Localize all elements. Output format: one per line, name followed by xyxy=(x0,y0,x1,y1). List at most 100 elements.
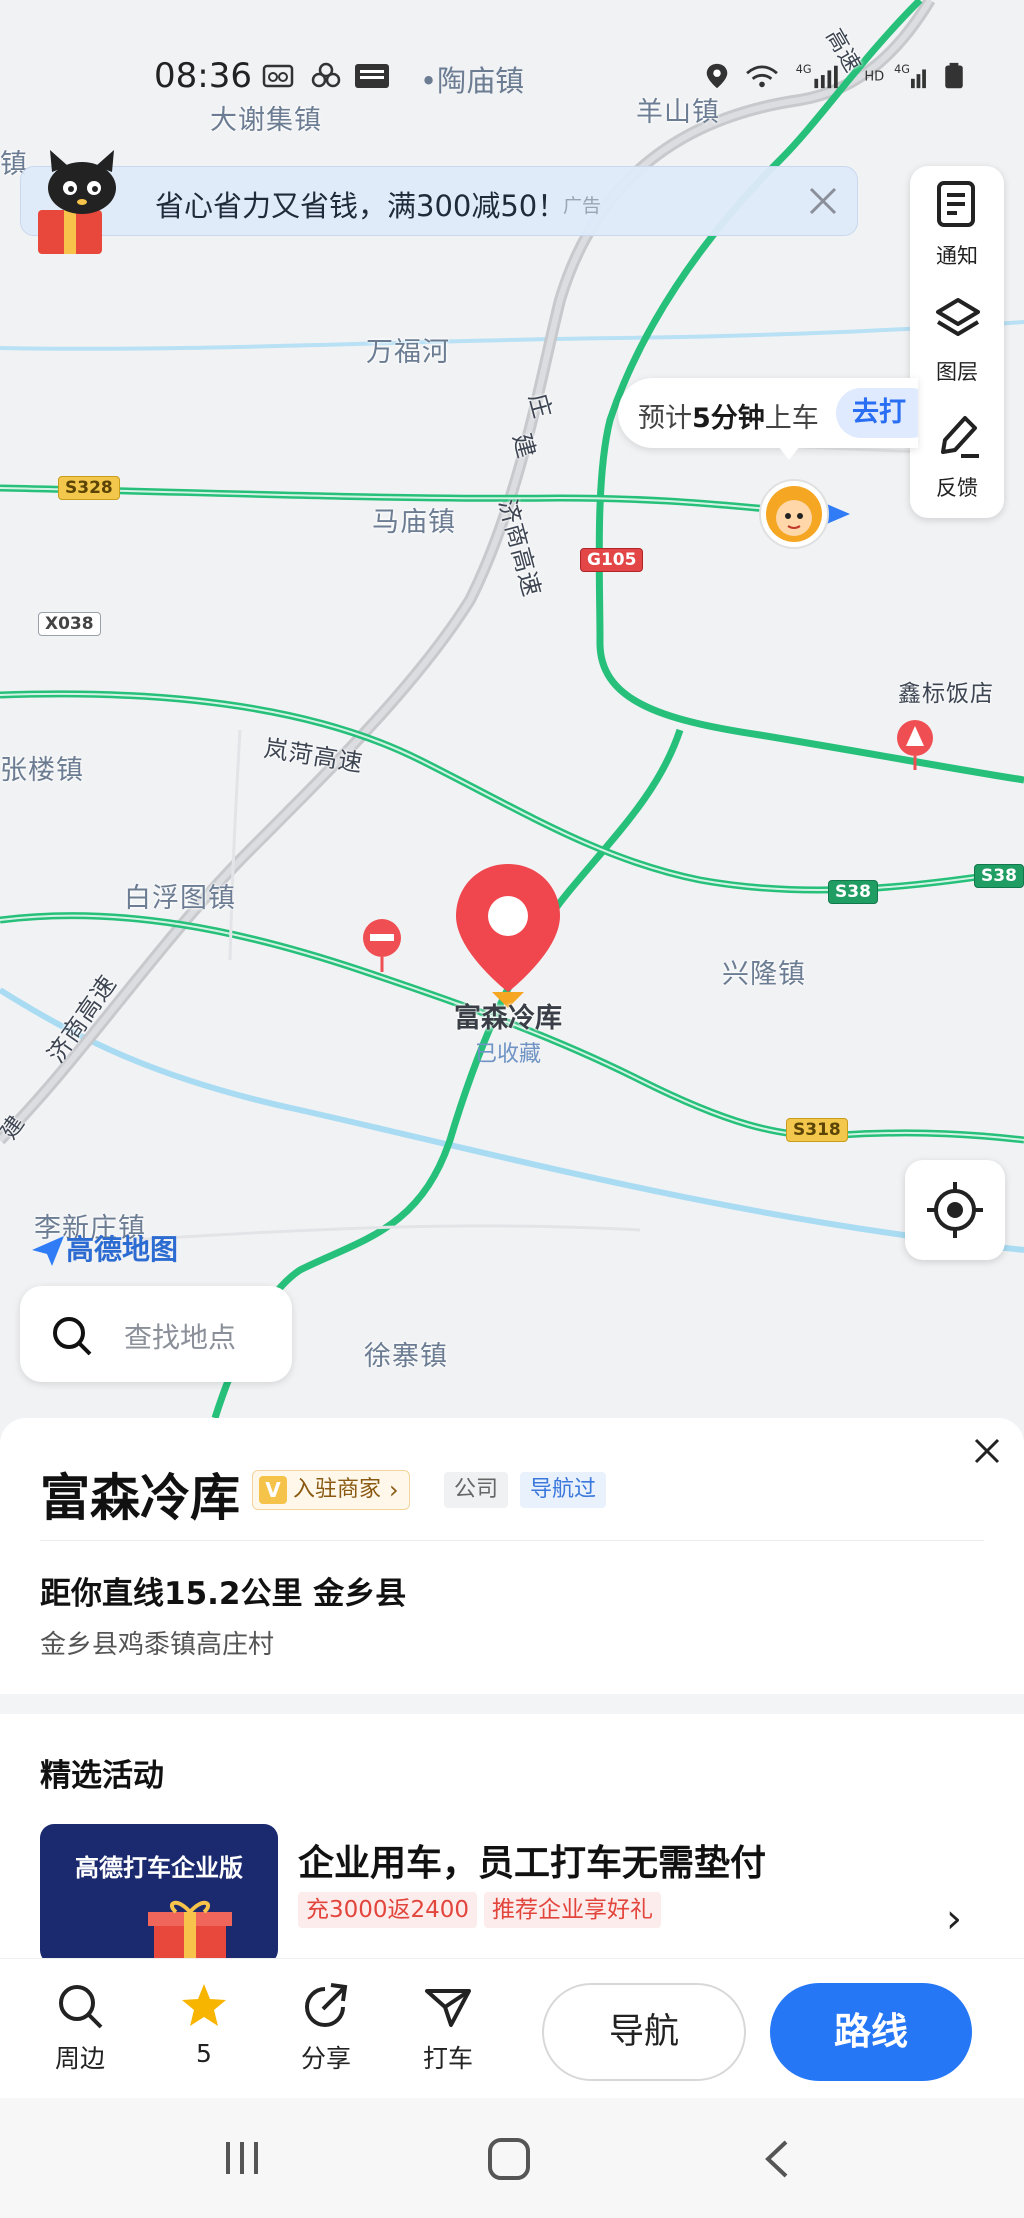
place-xuzhai: 徐寨镇 xyxy=(364,1341,448,1372)
home-icon[interactable] xyxy=(486,2136,532,2182)
merchant-badge[interactable]: V 入驻商家 › xyxy=(252,1470,410,1510)
featured-activities-section: 精选活动 高德打车企业版 企业用车，员工打车无需垫付 充3000返2400 推荐… xyxy=(0,1714,1024,1958)
feedback-button[interactable]: 反馈 xyxy=(910,398,1004,514)
signal-4g-icon: 4G xyxy=(796,63,838,89)
poi-favorited-label: 已收藏 xyxy=(474,1042,541,1067)
wifi-icon xyxy=(746,65,778,88)
distance-line: 距你直线15.2公里 金乡县 xyxy=(40,1576,407,1612)
no-entry-marker xyxy=(363,919,401,972)
feedback-edit-icon xyxy=(941,416,979,458)
navigate-button[interactable]: 导航 xyxy=(542,1983,746,2081)
share-button[interactable]: 分享 xyxy=(276,1981,376,2075)
notify-label: 通知 xyxy=(936,244,978,268)
merchant-v-icon: V xyxy=(259,1476,287,1504)
amap-logo: 高德地图 xyxy=(30,1228,178,1268)
app-notify-icon xyxy=(311,62,341,88)
address: 金乡县鸡黍镇高庄村 xyxy=(40,1630,275,1660)
system-nav-bar xyxy=(0,2098,1024,2218)
section-gap xyxy=(0,1694,1024,1714)
status-location: •陶庙镇 xyxy=(420,64,525,98)
navigated-chip: 导航过 xyxy=(520,1472,607,1508)
promo-title[interactable]: 企业用车，员工打车无需垫付 xyxy=(298,1834,766,1886)
search-placeholder: 查找地点 xyxy=(124,1321,237,1354)
search-nearby-icon xyxy=(59,1985,103,2029)
toutiao-icon xyxy=(355,64,389,88)
taxi-button[interactable]: 打车 xyxy=(398,1981,498,2075)
category-chip: 公司 xyxy=(444,1472,509,1508)
divider xyxy=(40,1540,984,1541)
ad-tag: 广告 xyxy=(563,195,602,217)
voicemail-icon xyxy=(262,64,294,88)
taxi-icon xyxy=(425,1989,471,2027)
ad-banner[interactable]: 省心省力又省钱，满300减50！ 广告 xyxy=(20,166,858,236)
gift-box-icon xyxy=(148,1900,232,1958)
eta-text: 预计5分钟上车 xyxy=(638,403,819,434)
merchant-badge-text: 入驻商家 xyxy=(293,1477,382,1502)
promo-chevron-right-icon[interactable]: › xyxy=(946,1896,962,1942)
layers-label: 图层 xyxy=(936,360,978,384)
tmall-cat-icon xyxy=(38,150,116,254)
feedback-label: 反馈 xyxy=(936,476,978,500)
chevron-right-icon: › xyxy=(389,1476,399,1504)
recent-apps-icon[interactable] xyxy=(220,2136,264,2180)
poi-xinbiao-restaurant[interactable]: 鑫标饭店 xyxy=(898,674,994,708)
back-icon[interactable] xyxy=(758,2136,798,2182)
notify-button[interactable]: 通知 xyxy=(910,166,1004,282)
taxi-label: 打车 xyxy=(422,2044,473,2073)
place-zhanglou: 张楼镇 xyxy=(0,755,84,786)
map-canvas[interactable]: 大谢集镇 羊山镇 镇 万福河 马庙镇 张楼镇 白浮图镇 兴隆镇 李新庄镇 徐寨镇… xyxy=(0,0,1024,1440)
eta-bubble-tail xyxy=(778,446,800,460)
ad-close-icon[interactable] xyxy=(803,181,843,221)
river-wanfu: 万福河 xyxy=(366,337,450,368)
favorite-count: 5 xyxy=(196,2039,212,2068)
gps-icon xyxy=(706,63,728,89)
map-tools-panel: 通知 图层 反馈 xyxy=(910,166,1004,518)
status-bar: 08:36 •陶庙镇 4G HD 4G xyxy=(0,52,1024,100)
bottom-action-bar: 周边 5 分享 打车 导航 路线 xyxy=(0,1958,1024,2098)
promo-card-text: 高德打车企业版 xyxy=(75,1854,243,1882)
ad-text: 省心省力又省钱，满300减50！ xyxy=(155,189,567,223)
shield-s328: S328 xyxy=(58,476,120,500)
share-label: 分享 xyxy=(300,2044,351,2073)
amap-logo-text: 高德地图 xyxy=(66,1233,179,1266)
map-search-box[interactable]: 查找地点 xyxy=(20,1286,292,1382)
place-mamiao: 马庙镇 xyxy=(372,507,456,538)
battery-icon xyxy=(945,62,963,89)
locate-crosshair-icon xyxy=(927,1182,983,1238)
place-title: 富森冷库 xyxy=(40,1469,240,1527)
signal-hd-icon: HD 4G xyxy=(864,63,926,89)
poi-label: 富森冷库 xyxy=(454,1003,562,1034)
place-baifutu: 白浮图镇 xyxy=(124,883,236,914)
layers-button[interactable]: 图层 xyxy=(910,282,1004,398)
eta-go-button[interactable]: 去打 xyxy=(836,388,918,438)
eta-bubble[interactable]: 预计5分钟上车 去打 xyxy=(618,378,918,448)
nearby-label: 周边 xyxy=(54,2044,105,2073)
nearby-button[interactable]: 周边 xyxy=(30,1981,130,2075)
poi-pin-icon[interactable] xyxy=(452,860,564,1010)
my-location-avatar-icon[interactable] xyxy=(758,474,854,554)
promo-card-image[interactable]: 高德打车企业版 xyxy=(40,1824,278,1958)
promo-tag-gift: 推荐企业享好礼 xyxy=(484,1892,661,1928)
route-button[interactable]: 路线 xyxy=(770,1983,972,2081)
share-icon xyxy=(304,1983,348,2028)
shield-x038: X038 xyxy=(38,612,101,636)
promo-tag-cashback: 充3000返2400 xyxy=(298,1892,478,1928)
shield-s38-b: S38 xyxy=(974,864,1024,888)
star-icon xyxy=(182,1984,226,2026)
svg-text:4G: 4G xyxy=(894,63,910,76)
favorite-button[interactable]: 5 xyxy=(154,1981,254,2068)
layers-icon xyxy=(936,298,980,336)
search-icon xyxy=(53,1317,92,1356)
section-title: 精选活动 xyxy=(40,1758,164,1794)
shield-g105: G105 xyxy=(580,548,644,572)
place-xinglong: 兴隆镇 xyxy=(722,959,806,990)
shield-s318: S318 xyxy=(786,1118,848,1142)
place-daxieji: 大谢集镇 xyxy=(210,105,322,136)
notify-icon xyxy=(937,181,975,227)
status-time: 08:36 xyxy=(154,56,252,96)
locate-me-button[interactable] xyxy=(905,1160,1005,1260)
shield-s38-a: S38 xyxy=(828,880,878,904)
sheet-close-icon[interactable] xyxy=(968,1432,1006,1470)
amap-logo-icon xyxy=(32,1236,64,1266)
svg-text:4G: 4G xyxy=(796,63,812,76)
